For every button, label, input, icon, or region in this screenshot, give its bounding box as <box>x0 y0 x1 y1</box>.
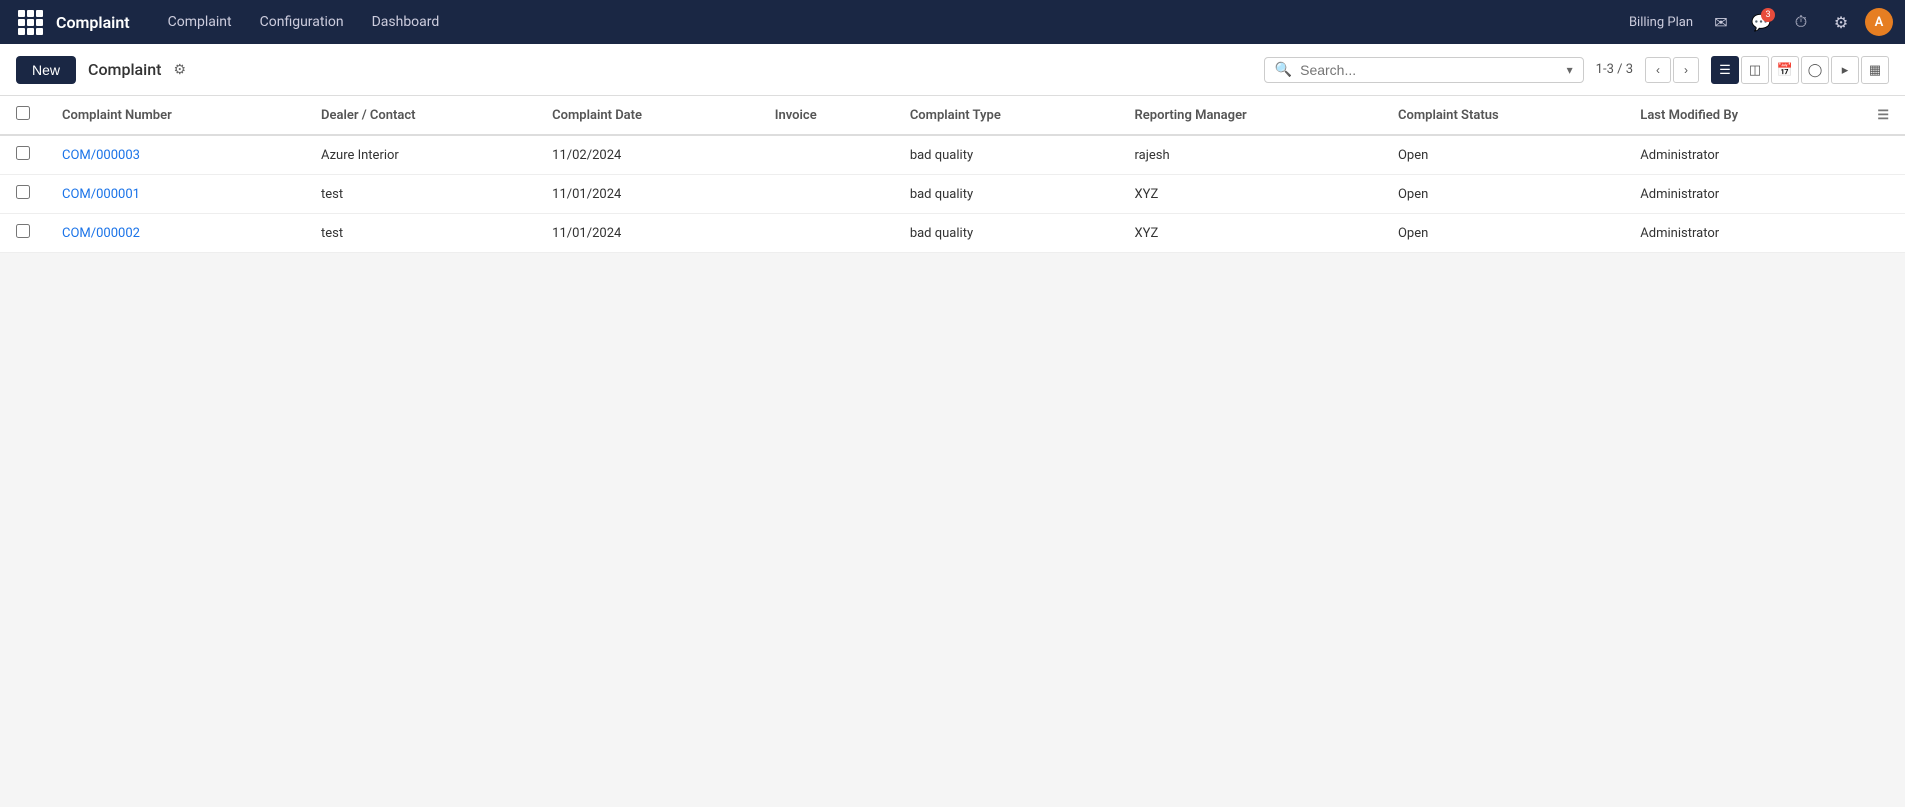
col-reporting-manager[interactable]: Reporting Manager <box>1119 96 1382 135</box>
col-settings-icon: ☰ <box>1877 108 1889 123</box>
select-all-header[interactable] <box>0 96 46 135</box>
chat-badge: 3 <box>1761 8 1775 22</box>
cell-complaint-status: Open <box>1382 135 1624 175</box>
chat-icon[interactable]: 💬 3 <box>1745 6 1777 38</box>
cell-complaint-date: 11/02/2024 <box>536 135 759 175</box>
table-row[interactable]: COM/000002 test 11/01/2024 bad quality X… <box>0 214 1905 253</box>
cell-dealer-contact: test <box>305 214 536 253</box>
table-container: Complaint Number Dealer / Contact Compla… <box>0 96 1905 253</box>
activity-icon[interactable]: ⏱ <box>1785 6 1817 38</box>
row-checkbox-cell[interactable] <box>0 135 46 175</box>
cell-invoice <box>759 214 894 253</box>
col-complaint-number[interactable]: Complaint Number <box>46 96 305 135</box>
search-icon: 🔍 <box>1275 62 1292 78</box>
mail-icon[interactable]: ✉ <box>1705 6 1737 38</box>
cell-invoice <box>759 175 894 214</box>
cell-complaint-status: Open <box>1382 214 1624 253</box>
row-checkbox-cell[interactable] <box>0 175 46 214</box>
table-header-row: Complaint Number Dealer / Contact Compla… <box>0 96 1905 135</box>
cell-settings <box>1861 214 1905 253</box>
cell-complaint-date: 11/01/2024 <box>536 175 759 214</box>
complaints-table: Complaint Number Dealer / Contact Compla… <box>0 96 1905 253</box>
navbar-right: Billing Plan ✉ 💬 3 ⏱ ⚙ A <box>1629 6 1893 38</box>
page-title: Complaint <box>88 60 161 79</box>
cell-last-modified-by: Administrator <box>1624 175 1861 214</box>
billing-plan-label: Billing Plan <box>1629 15 1693 30</box>
cell-reporting-manager: XYZ <box>1119 175 1382 214</box>
navbar-menu-complaint[interactable]: Complaint <box>154 0 246 44</box>
navbar-menu: Complaint Configuration Dashboard <box>154 0 1629 44</box>
col-complaint-date[interactable]: Complaint Date <box>536 96 759 135</box>
navbar: Complaint Complaint Configuration Dashbo… <box>0 0 1905 44</box>
cell-complaint-status: Open <box>1382 175 1624 214</box>
subheader: New Complaint ⚙ 🔍 ▾ 1-3 / 3 ‹ › ☰ ◫ 📅 ◯ … <box>0 44 1905 96</box>
user-avatar[interactable]: A <box>1865 8 1893 36</box>
cell-reporting-manager: XYZ <box>1119 214 1382 253</box>
new-button[interactable]: New <box>16 56 76 84</box>
col-complaint-type[interactable]: Complaint Type <box>894 96 1119 135</box>
col-dealer-contact[interactable]: Dealer / Contact <box>305 96 536 135</box>
settings-icon[interactable]: ⚙ <box>1825 6 1857 38</box>
col-last-modified-by[interactable]: Last Modified By <box>1624 96 1861 135</box>
col-invoice[interactable]: Invoice <box>759 96 894 135</box>
settings-gear-button[interactable]: ⚙ <box>173 61 186 78</box>
cell-dealer-contact: Azure Interior <box>305 135 536 175</box>
kanban-view-button[interactable]: ◫ <box>1741 56 1769 84</box>
cell-complaint-type: bad quality <box>894 175 1119 214</box>
search-input[interactable] <box>1300 62 1559 78</box>
pagination-info: 1-3 / 3 <box>1596 62 1633 77</box>
navbar-menu-dashboard[interactable]: Dashboard <box>358 0 454 44</box>
next-page-button[interactable]: › <box>1673 57 1699 83</box>
cell-reporting-manager: rajesh <box>1119 135 1382 175</box>
row-checkbox[interactable] <box>16 146 30 160</box>
search-dropdown-button[interactable]: ▾ <box>1567 63 1573 77</box>
cell-complaint-date: 11/01/2024 <box>536 214 759 253</box>
chart-view-button[interactable]: ▸ <box>1831 56 1859 84</box>
search-container: 🔍 ▾ <box>1264 57 1584 83</box>
prev-page-button[interactable]: ‹ <box>1645 57 1671 83</box>
grid-icon <box>18 10 43 35</box>
row-checkbox[interactable] <box>16 185 30 199</box>
cell-last-modified-by: Administrator <box>1624 135 1861 175</box>
cell-last-modified-by: Administrator <box>1624 214 1861 253</box>
cell-settings <box>1861 175 1905 214</box>
table-row[interactable]: COM/000003 Azure Interior 11/02/2024 bad… <box>0 135 1905 175</box>
pagination-arrows: ‹ › <box>1645 57 1699 83</box>
cell-complaint-type: bad quality <box>894 135 1119 175</box>
view-toggle-buttons: ☰ ◫ 📅 ◯ ▸ ▦ <box>1711 56 1889 84</box>
clock-view-button[interactable]: ◯ <box>1801 56 1829 84</box>
table-body: COM/000003 Azure Interior 11/02/2024 bad… <box>0 135 1905 253</box>
cell-invoice <box>759 135 894 175</box>
table-row[interactable]: COM/000001 test 11/01/2024 bad quality X… <box>0 175 1905 214</box>
pivot-view-button[interactable]: ▦ <box>1861 56 1889 84</box>
select-all-checkbox[interactable] <box>16 106 30 120</box>
cell-dealer-contact: test <box>305 175 536 214</box>
cell-complaint-number[interactable]: COM/000003 <box>46 135 305 175</box>
cell-complaint-type: bad quality <box>894 214 1119 253</box>
calendar-view-button[interactable]: 📅 <box>1771 56 1799 84</box>
cell-settings <box>1861 135 1905 175</box>
cell-complaint-number[interactable]: COM/000001 <box>46 175 305 214</box>
list-view-button[interactable]: ☰ <box>1711 56 1739 84</box>
cell-complaint-number[interactable]: COM/000002 <box>46 214 305 253</box>
col-settings[interactable]: ☰ <box>1861 96 1905 135</box>
navbar-menu-configuration[interactable]: Configuration <box>246 0 358 44</box>
col-complaint-status[interactable]: Complaint Status <box>1382 96 1624 135</box>
apps-menu-button[interactable] <box>12 4 48 40</box>
row-checkbox-cell[interactable] <box>0 214 46 253</box>
navbar-brand: Complaint <box>56 13 130 32</box>
row-checkbox[interactable] <box>16 224 30 238</box>
